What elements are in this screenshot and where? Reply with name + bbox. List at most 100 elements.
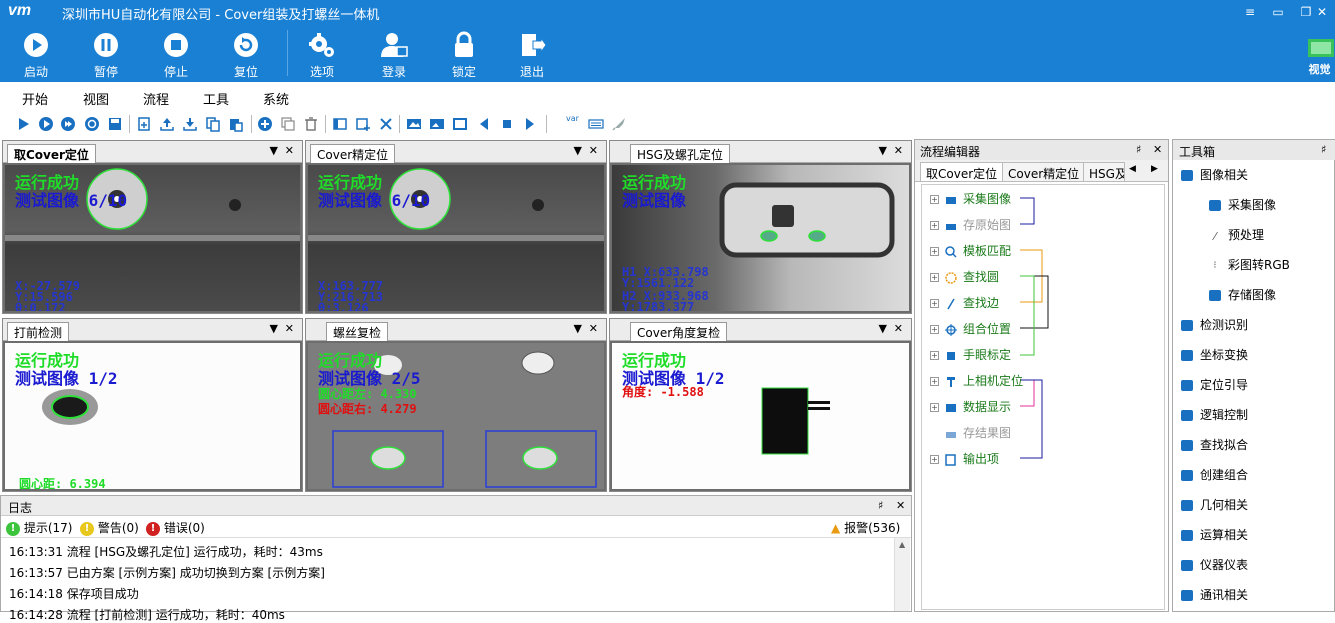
new-solution-icon[interactable] [136, 116, 152, 132]
minimize-button[interactable]: ▭ [1265, 2, 1291, 22]
expand-icon[interactable]: + [930, 247, 939, 256]
expand-icon[interactable]: + [930, 299, 939, 308]
duplicate-icon[interactable] [280, 116, 296, 132]
flow-node[interactable]: + 上相机定位 [930, 372, 1023, 390]
dropdown-icon[interactable]: ▼ [574, 322, 582, 335]
paste-icon[interactable] [228, 116, 244, 132]
image-add-icon[interactable] [355, 116, 371, 132]
tool-group[interactable]: 通讯相关 [1181, 586, 1248, 603]
panel-tab[interactable]: 取Cover定位 [7, 144, 96, 163]
camera-image[interactable]: 运行成功 测试图像 6/10 X:-27.579 Y:15.596 θ:0.17… [5, 165, 300, 311]
pause-button[interactable]: 暂停 [78, 26, 134, 82]
panel-tab[interactable]: Cover角度复检 [630, 322, 728, 341]
reset-button[interactable]: 复位 [218, 26, 274, 82]
tool-group[interactable]: 定位引导 [1181, 376, 1248, 393]
tool-group[interactable]: 查找拟合 [1181, 436, 1248, 453]
camera-image[interactable]: 运行成功 测试图像 1/2 圆心距: 6.394 [5, 343, 300, 489]
tool-item[interactable]: 采集图像 [1209, 196, 1276, 213]
flow-node[interactable]: + 查找边 [930, 294, 999, 312]
tools-icon[interactable] [378, 116, 394, 132]
close-icon[interactable]: ✕ [1153, 143, 1162, 156]
scroll-up-icon[interactable]: ▲ [899, 540, 905, 549]
variable-icon[interactable]: var [566, 114, 579, 123]
exit-button[interactable]: 退出 [504, 26, 560, 82]
keyboard-icon[interactable] [588, 116, 604, 132]
panel-tab[interactable]: Cover精定位 [310, 144, 396, 163]
close-icon[interactable]: ✕ [894, 144, 903, 157]
flow-node[interactable]: + 查找圆 [930, 268, 999, 286]
previous-icon[interactable] [476, 116, 492, 132]
panel-tab[interactable]: 螺丝复检 [326, 322, 389, 341]
lock-button[interactable]: 锁定 [436, 26, 492, 82]
warning-filter[interactable]: ! 警告(0) [80, 519, 139, 536]
tool-group[interactable]: 检测识别 [1181, 316, 1248, 333]
flow-tab[interactable]: HSG及螺孔 [1083, 162, 1125, 182]
flow-node[interactable]: 存结果图 [930, 424, 1011, 442]
flow-tab[interactable]: 取Cover定位 [920, 162, 1004, 182]
pin-icon[interactable]: ♯ [1136, 143, 1141, 156]
alarm-filter[interactable]: ▲ 报警(536) [831, 519, 900, 536]
dropdown-icon[interactable]: ▼ [574, 144, 582, 157]
flow-node[interactable]: + 输出项 [930, 450, 999, 468]
error-filter[interactable]: ! 错误(0) [146, 519, 205, 536]
expand-icon[interactable]: + [930, 403, 939, 412]
tool-group[interactable]: 几何相关 [1181, 496, 1248, 513]
save-icon[interactable] [107, 116, 123, 132]
camera-image[interactable]: 运行成功 测试图像 1/2 角度: -1.588 [612, 343, 909, 489]
export-icon[interactable] [159, 116, 175, 132]
menu-view[interactable]: 视图 [83, 89, 109, 108]
close-icon[interactable]: ✕ [894, 322, 903, 335]
stop-button[interactable]: 停止 [148, 26, 204, 82]
flow-node[interactable]: + 采集图像 [930, 190, 1011, 208]
camera-image[interactable]: 运行成功 测试图像 2/5 圆心距左: 4.330 圆心距右: 4.279 [308, 343, 604, 489]
tool-item[interactable]: ⁝ 彩图转RGB [1209, 256, 1289, 273]
info-filter[interactable]: ! 提示(17) [6, 519, 72, 536]
flow-node[interactable]: + 数据显示 [930, 398, 1011, 416]
image-edit-icon[interactable] [429, 116, 445, 132]
menu-process[interactable]: 流程 [143, 89, 169, 108]
close-icon[interactable]: ✕ [285, 144, 294, 157]
frame-icon[interactable] [452, 116, 468, 132]
close-icon[interactable]: ✕ [589, 322, 598, 335]
import-icon[interactable] [182, 116, 198, 132]
tool-group[interactable]: 逻辑控制 [1181, 406, 1248, 423]
tab-scroll-left-icon[interactable]: ◀ [1129, 164, 1136, 174]
tool-group[interactable]: 仪器仪表 [1181, 556, 1248, 573]
menu-icon[interactable]: ≡ [1237, 2, 1263, 22]
close-icon[interactable]: ✕ [896, 499, 905, 512]
image-icon[interactable] [406, 116, 422, 132]
tool-group-image[interactable]: 图像相关 [1181, 166, 1248, 183]
login-button[interactable]: 登录 [366, 26, 422, 82]
tool-item[interactable]: 存储图像 [1209, 286, 1276, 303]
loop-icon[interactable] [84, 116, 100, 132]
tool-item[interactable]: ⁄ 预处理 [1209, 226, 1264, 243]
log-scrollbar[interactable]: ▲ [894, 538, 910, 611]
tool-group[interactable]: 坐标变换 [1181, 346, 1248, 363]
expand-icon[interactable]: + [930, 377, 939, 386]
tool-group[interactable]: 创建组合 [1181, 466, 1248, 483]
panel-tab[interactable]: 打前检测 [7, 322, 70, 341]
vision-module-button[interactable]: 视觉 [1304, 36, 1335, 82]
dropdown-icon[interactable]: ▼ [270, 144, 278, 157]
camera-image[interactable]: 运行成功 测试图像 H1 X:633.798 Y:1561.122 H2 X:9… [612, 165, 909, 311]
expand-icon[interactable]: + [930, 221, 939, 230]
menu-tools[interactable]: 工具 [203, 89, 229, 108]
panel-layout-icon[interactable] [332, 116, 348, 132]
options-button[interactable]: 选项 [294, 26, 350, 82]
run-next-icon[interactable] [60, 116, 76, 132]
next-icon[interactable] [522, 116, 538, 132]
flow-node[interactable]: + 存原始图 [930, 216, 1011, 234]
dropdown-icon[interactable]: ▼ [879, 322, 887, 335]
panel-tab[interactable]: HSG及螺孔定位 [630, 144, 730, 163]
expand-icon[interactable]: + [930, 351, 939, 360]
tab-scroll-right-icon[interactable]: ▶ [1151, 164, 1158, 174]
dropdown-icon[interactable]: ▼ [270, 322, 278, 335]
camera-image[interactable]: 运行成功 测试图像 6/10 X:163.777 Y:216.713 θ:3.1… [308, 165, 604, 311]
expand-icon[interactable]: + [930, 273, 939, 282]
pin-icon[interactable]: ♯ [878, 499, 883, 512]
flow-node[interactable]: + 模板匹配 [930, 242, 1011, 260]
run-circle-icon[interactable] [38, 116, 54, 132]
dropdown-icon[interactable]: ▼ [879, 144, 887, 157]
menu-system[interactable]: 系统 [263, 89, 289, 108]
rocket-icon[interactable] [611, 116, 627, 132]
